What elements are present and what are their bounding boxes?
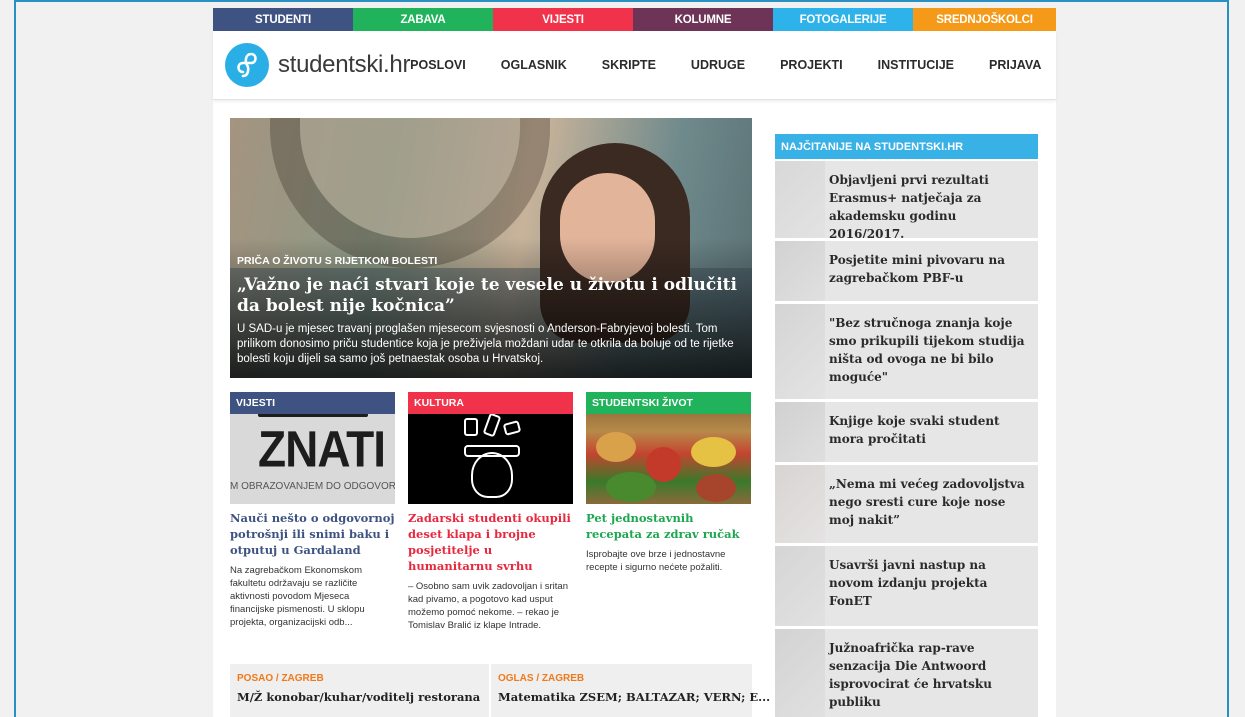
hero-article[interactable]: PRIČA O ŽIVOTU S RIJETKOM BOLESTI „Važno… bbox=[230, 118, 752, 378]
card-title[interactable]: Nauči nešto o odgovornoj potrošnji ili s… bbox=[230, 510, 395, 558]
most-read-title[interactable]: Posjetite mini pivovaru na zagrebačkom P… bbox=[829, 251, 1034, 287]
item-thumbnail bbox=[775, 546, 825, 626]
card-image[interactable]: KULTURA bbox=[408, 392, 573, 504]
article-card-kultura[interactable]: KULTURA Zadarski studenti okupili deset … bbox=[408, 392, 573, 632]
job-title[interactable]: Matematika ZSEM; BALTAZAR; VERN; E... bbox=[498, 690, 770, 704]
card-category-label[interactable]: STUDENTSKI ŽIVOT bbox=[586, 392, 751, 414]
most-read-title[interactable]: Južnoafrička rap-rave senzacija Die Antw… bbox=[829, 639, 1034, 711]
illustration-object bbox=[482, 412, 502, 438]
category-kolumne[interactable]: KOLUMNE bbox=[633, 8, 773, 31]
window-border-top bbox=[14, 0, 1229, 2]
food-shape bbox=[691, 437, 736, 467]
site-header: studentski.hr POSLOVI OGLASNIK SKRIPTE U… bbox=[213, 31, 1056, 100]
hero-title[interactable]: „Važno je naći stvari koje te vesele u ž… bbox=[237, 275, 747, 317]
item-thumbnail bbox=[775, 465, 825, 543]
hero-text: PRIČA O ŽIVOTU S RIJETKOM BOLESTI „Važno… bbox=[237, 255, 747, 367]
logo-icon bbox=[225, 43, 269, 87]
card-description: Na zagrebačkom Ekonomskom fakultetu održ… bbox=[230, 565, 365, 628]
category-studenti[interactable]: STUDENTI bbox=[213, 8, 353, 31]
card-title[interactable]: Zadarski studenti okupili deset klapa i … bbox=[408, 510, 573, 574]
illustration-object bbox=[502, 420, 522, 436]
illustration-head bbox=[471, 452, 513, 498]
most-read-title[interactable]: Usavrši javni nastup na novom izdanju pr… bbox=[829, 556, 1034, 610]
category-vijesti[interactable]: VIJESTI bbox=[493, 8, 633, 31]
nav-prijava[interactable]: PRIJAVA bbox=[989, 58, 1041, 72]
article-card-vijesti[interactable]: VIJESTI ZNATI M OBRAZOVANJEM DO ODGOVORN… bbox=[230, 392, 395, 629]
most-read-title[interactable]: Knjige koje svaki student mora pročitati bbox=[829, 412, 1034, 448]
job-title[interactable]: M/Ž konobar/kuhar/voditelj restorana bbox=[237, 690, 482, 704]
nav-institucije[interactable]: INSTITUCIJE bbox=[878, 58, 954, 72]
job-listing[interactable]: OGLAS / ZAGREB Matematika ZSEM; BALTAZAR… bbox=[491, 664, 770, 717]
item-thumbnail bbox=[775, 402, 825, 462]
category-bar: STUDENTI ZABAVA VIJESTI KOLUMNE FOTOGALE… bbox=[213, 8, 1056, 31]
item-thumbnail bbox=[775, 161, 825, 238]
nav-oglasnik[interactable]: OGLASNIK bbox=[501, 58, 567, 72]
item-thumbnail bbox=[775, 629, 825, 717]
article-card-studentski-zivot[interactable]: STUDENTSKI ŽIVOT Pet jednostavnih recepa… bbox=[586, 392, 751, 574]
card-image-text-small: M OBRAZOVANJEM DO ODGOVORNE bbox=[230, 481, 395, 492]
most-read-heading: NAJČITANIJE NA STUDENTSKI.HR bbox=[775, 134, 1038, 159]
site-logo[interactable]: studentski.hr bbox=[225, 43, 410, 87]
job-category: OGLAS / ZAGREB bbox=[498, 673, 585, 684]
main-nav: POSLOVI OGLASNIK SKRIPTE UDRUGE PROJEKTI… bbox=[410, 58, 1041, 72]
nav-skripte[interactable]: SKRIPTE bbox=[602, 58, 656, 72]
card-description: Isprobajte ove brze i jednostavne recept… bbox=[586, 549, 726, 573]
food-shape bbox=[596, 432, 636, 462]
nav-projekti[interactable]: PROJEKTI bbox=[780, 58, 843, 72]
food-shape bbox=[606, 472, 656, 502]
most-read-item[interactable]: Usavrši javni nastup na novom izdanju pr… bbox=[775, 546, 1038, 626]
hero-kicker: PRIČA O ŽIVOTU S RIJETKOM BOLESTI bbox=[237, 255, 438, 267]
most-read-item[interactable]: Objavljeni prvi rezultati Erasmus+ natje… bbox=[775, 161, 1038, 238]
most-read-title[interactable]: „Nema mi većeg zadovoljstva nego sresti … bbox=[829, 475, 1034, 529]
category-srednjoskolci[interactable]: SREDNJOŠKOLCI bbox=[913, 8, 1056, 31]
most-read-title[interactable]: Objavljeni prvi rezultati Erasmus+ natje… bbox=[829, 171, 1034, 238]
job-listing[interactable]: POSAO / ZAGREB M/Ž konobar/kuhar/voditel… bbox=[230, 664, 489, 717]
card-title[interactable]: Pet jednostavnih recepata za zdrav ručak bbox=[586, 510, 751, 542]
most-read-item[interactable]: Južnoafrička rap-rave senzacija Die Antw… bbox=[775, 629, 1038, 717]
most-read-title[interactable]: "Bez stručnoga znanja koje smo prikupili… bbox=[829, 314, 1034, 386]
card-category-label[interactable]: VIJESTI bbox=[230, 392, 395, 414]
job-category: POSAO / ZAGREB bbox=[237, 673, 324, 684]
illustration-object bbox=[464, 418, 478, 436]
card-image[interactable]: STUDENTSKI ŽIVOT bbox=[586, 392, 751, 504]
nav-udruge[interactable]: UDRUGE bbox=[691, 58, 745, 72]
card-description: – Osobno sam uvik zadovoljan i sritan ka… bbox=[408, 581, 568, 631]
most-read-item[interactable]: "Bez stručnoga znanja koje smo prikupili… bbox=[775, 304, 1038, 399]
most-read-item[interactable]: „Nema mi većeg zadovoljstva nego sresti … bbox=[775, 465, 1038, 543]
page: STUDENTI ZABAVA VIJESTI KOLUMNE FOTOGALE… bbox=[213, 8, 1056, 717]
card-category-label[interactable]: KULTURA bbox=[408, 392, 573, 414]
window-border-left bbox=[14, 0, 16, 717]
category-fotogalerije[interactable]: FOTOGALERIJE bbox=[773, 8, 913, 31]
card-image-text-big: ZNATI bbox=[258, 420, 386, 478]
most-read-item[interactable]: Knjige koje svaki student mora pročitati bbox=[775, 402, 1038, 462]
item-thumbnail bbox=[775, 241, 825, 301]
nav-poslovi[interactable]: POSLOVI bbox=[410, 58, 466, 72]
category-zabava[interactable]: ZABAVA bbox=[353, 8, 493, 31]
window-border-right bbox=[1227, 0, 1229, 717]
food-shape bbox=[646, 447, 681, 482]
hero-description: U SAD-u je mjesec travanj proglašen mjes… bbox=[237, 323, 734, 365]
most-read-item[interactable]: Posjetite mini pivovaru na zagrebačkom P… bbox=[775, 241, 1038, 301]
item-thumbnail bbox=[775, 304, 825, 399]
card-image[interactable]: VIJESTI ZNATI M OBRAZOVANJEM DO ODGOVORN… bbox=[230, 392, 395, 504]
logo-text: studentski.hr bbox=[278, 51, 411, 78]
food-shape bbox=[696, 474, 736, 502]
